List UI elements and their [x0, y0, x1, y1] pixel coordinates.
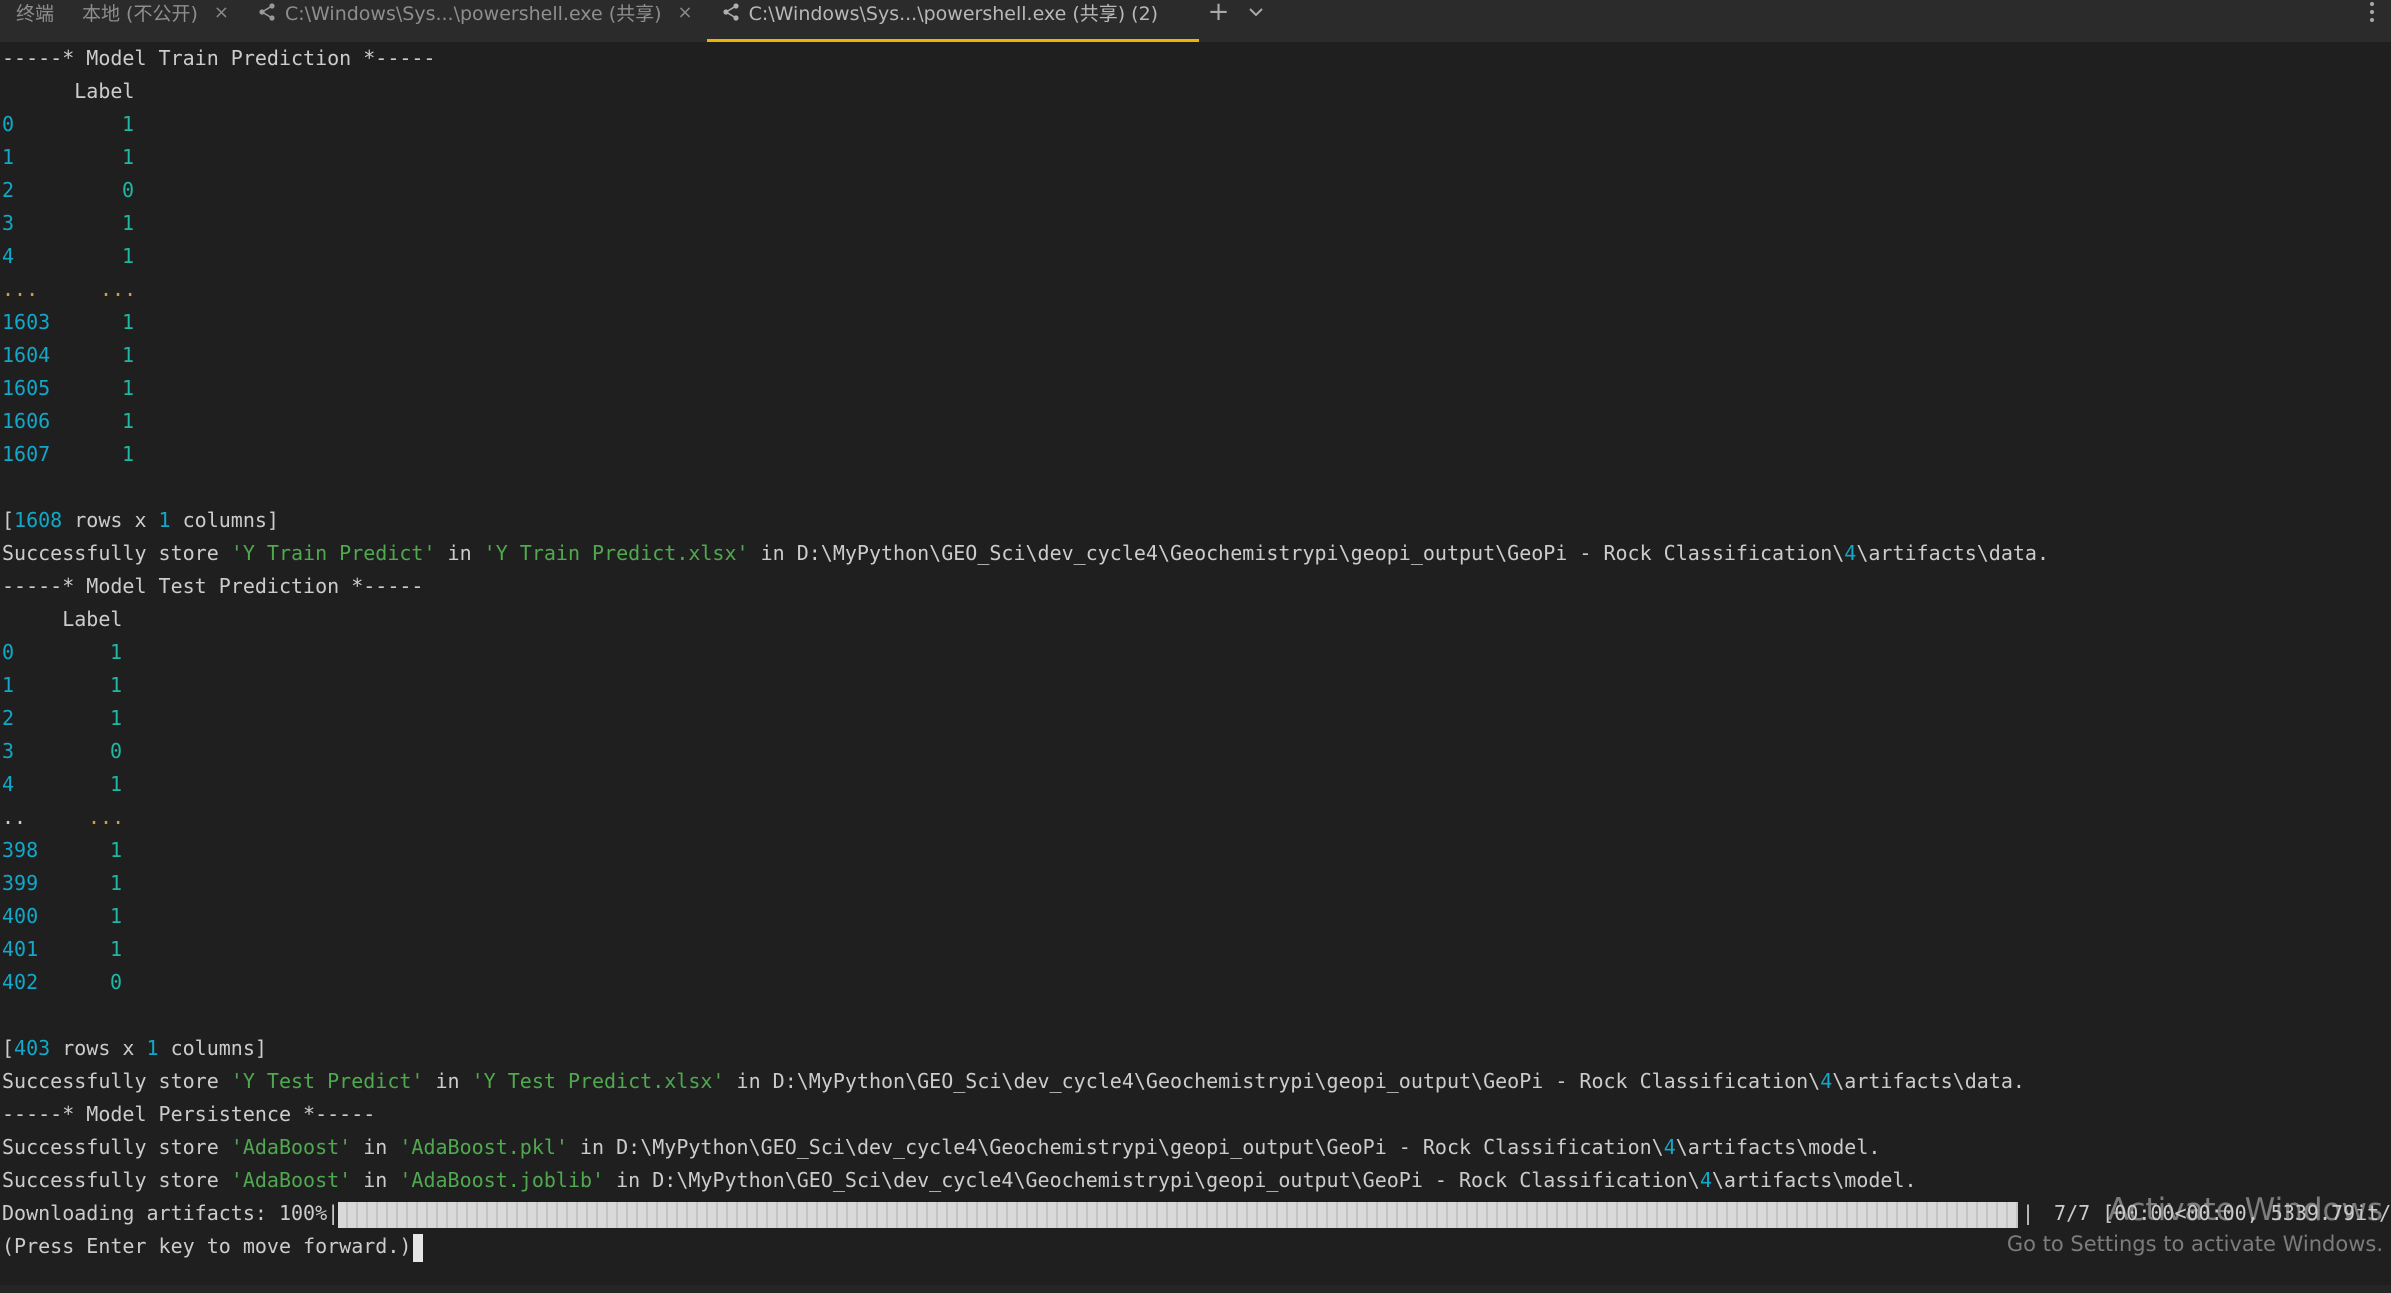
table-row: 20 [2, 178, 135, 202]
tab-powershell-shared-2[interactable]: C:\Windows\Sys...\powershell.exe (共享) (2… [706, 0, 1199, 42]
close-icon[interactable]: × [214, 2, 229, 23]
persistence-header: -----* Model Persistence *----- [2, 1102, 376, 1126]
share-icon [259, 3, 275, 21]
window-bottom-border [0, 1285, 2391, 1293]
new-tab-button[interactable]: + [1199, 0, 1239, 27]
table-row-ellipsis: ..... [2, 805, 125, 829]
tab-local[interactable]: 本地 (不公开) × [68, 0, 243, 25]
store-joblib-message: Successfully store 'AdaBoost' in 'AdaBoo… [2, 1168, 1917, 1192]
tab-terminal[interactable]: 终端 [0, 0, 68, 25]
download-progress-fill [338, 1202, 2018, 1228]
tab-title: 本地 (不公开) [82, 2, 198, 25]
table-row: 1605 1 [2, 376, 135, 400]
table-row: 11 [2, 145, 135, 169]
test-shape: [403 rows x 1 columns] [2, 1036, 267, 1060]
tab-powershell-shared[interactable]: C:\Windows\Sys...\powershell.exe (共享) × [243, 0, 707, 25]
table-row: 41 [2, 244, 135, 268]
train-shape: [1608 rows x 1 columns] [2, 508, 279, 532]
progress-bar-end: | [2022, 1201, 2035, 1225]
activation-watermark-title: Activate Windows [2107, 1192, 2383, 1228]
table-row: 401 1 [2, 937, 123, 961]
table-row: 398 1 [2, 838, 123, 862]
test-label-header: Label [2, 607, 123, 631]
share-icon [723, 3, 739, 21]
table-row: 30 [2, 739, 123, 763]
tab-dropdown-button[interactable] [1238, 0, 1274, 24]
chevron-down-icon [1249, 8, 1264, 17]
more-menu-button[interactable] [2369, 0, 2375, 24]
download-label: Downloading artifacts: 100%| [2, 1201, 340, 1225]
close-icon[interactable]: × [678, 2, 693, 23]
train-store-message: Successfully store 'Y Train Predict' in … [2, 541, 2049, 565]
test-header: -----* Model Test Prediction *----- [2, 574, 424, 598]
table-row: 41 [2, 772, 123, 796]
table-row-ellipsis: ...... [2, 277, 137, 301]
store-pkl-message: Successfully store 'AdaBoost' in 'AdaBoo… [2, 1135, 1881, 1159]
prompt-text: (Press Enter key to move forward.) [2, 1234, 412, 1258]
table-row: 01 [2, 112, 135, 136]
table-row: 31 [2, 211, 135, 235]
tab-bar: 终端 本地 (不公开) × C:\Windows\Sys...\powershe… [0, 0, 2391, 42]
table-row: 1607 1 [2, 442, 135, 466]
table-row: 1604 1 [2, 343, 135, 367]
table-row: 399 1 [2, 871, 123, 895]
table-row: 400 1 [2, 904, 123, 928]
table-row: 01 [2, 640, 123, 664]
table-row: 11 [2, 673, 123, 697]
tab-title: C:\Windows\Sys...\powershell.exe (共享) (2… [748, 2, 1159, 25]
more-vertical-icon [2370, 2, 2374, 22]
tab-title: C:\Windows\Sys...\powershell.exe (共享) [284, 2, 662, 25]
table-row: 21 [2, 706, 123, 730]
table-row: 1606 1 [2, 409, 135, 433]
train-label-header: Label [2, 79, 135, 103]
download-progress-bar [338, 1202, 2018, 1228]
plus-icon: + [1207, 0, 1230, 27]
train-header: -----* Model Train Prediction *----- [2, 46, 436, 70]
table-row: 1603 1 [2, 310, 135, 334]
tab-title: 终端 [16, 2, 55, 25]
test-store-message: Successfully store 'Y Test Predict' in '… [2, 1069, 2025, 1093]
table-row: 402 0 [2, 970, 123, 994]
terminal-window: 终端 本地 (不公开) × C:\Windows\Sys...\powershe… [0, 0, 2391, 1293]
prompt-line: (Press Enter key to move forward.) [2, 1230, 424, 1263]
activation-watermark-subtitle: Go to Settings to activate Windows. [2006, 1232, 2383, 1256]
text-cursor [413, 1233, 424, 1262]
terminal-output[interactable]: -----* Model Train Prediction *----- Lab… [0, 42, 2391, 1285]
